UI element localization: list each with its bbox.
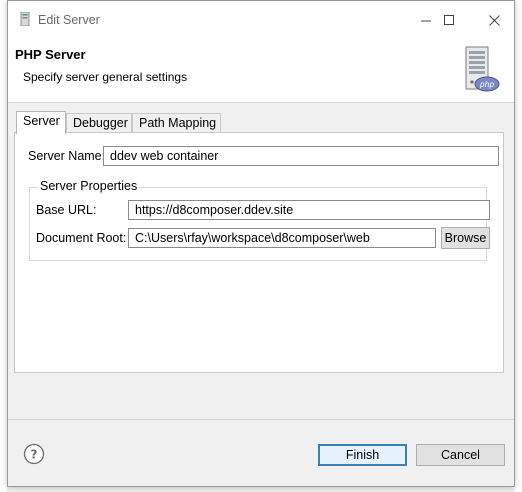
wizard-header: PHP Server Specify server general settin… [8, 39, 514, 103]
finish-button[interactable]: Finish [318, 444, 407, 466]
dialog-content: Server Debugger Path Mapping Server Name… [8, 103, 514, 486]
server-name-input[interactable] [103, 146, 499, 166]
eclipse-app-icon [20, 12, 30, 26]
server-properties-group: Server Properties Base URL: Document Roo… [29, 179, 490, 261]
close-icon [488, 14, 500, 26]
tab-server[interactable]: Server [16, 111, 66, 134]
base-url-input[interactable] [128, 200, 490, 220]
svg-text:php: php [479, 80, 495, 89]
base-url-label: Base URL: [36, 203, 97, 217]
document-root-input[interactable] [128, 228, 436, 248]
background-window-left [0, 0, 7, 492]
page-title: PHP Server [15, 47, 86, 62]
window-title: Edit Server [38, 13, 100, 27]
browse-button[interactable]: Browse [441, 227, 490, 249]
close-button[interactable] [472, 7, 516, 33]
php-server-icon: php [465, 46, 500, 92]
server-name-label: Server Name: [28, 149, 106, 163]
document-root-label: Document Root: [36, 231, 127, 245]
maximize-button[interactable] [427, 7, 471, 33]
title-bar[interactable]: Edit Server [8, 1, 514, 39]
background-window-right [515, 0, 522, 492]
svg-text:?: ? [31, 448, 38, 462]
server-tab-panel: Server Name: Server Properties Base URL:… [14, 132, 504, 373]
server-properties-legend: Server Properties [38, 179, 140, 193]
tab-path-mapping[interactable]: Path Mapping [132, 113, 221, 133]
edit-server-dialog: Edit Server PHP Server Specify server ge… [7, 0, 515, 487]
help-icon[interactable]: ? [23, 443, 45, 465]
tab-debugger[interactable]: Debugger [66, 113, 132, 133]
footer-separator [8, 419, 514, 420]
page-subtitle: Specify server general settings [23, 70, 188, 84]
cancel-button[interactable]: Cancel [416, 444, 505, 466]
maximize-icon [443, 14, 454, 25]
